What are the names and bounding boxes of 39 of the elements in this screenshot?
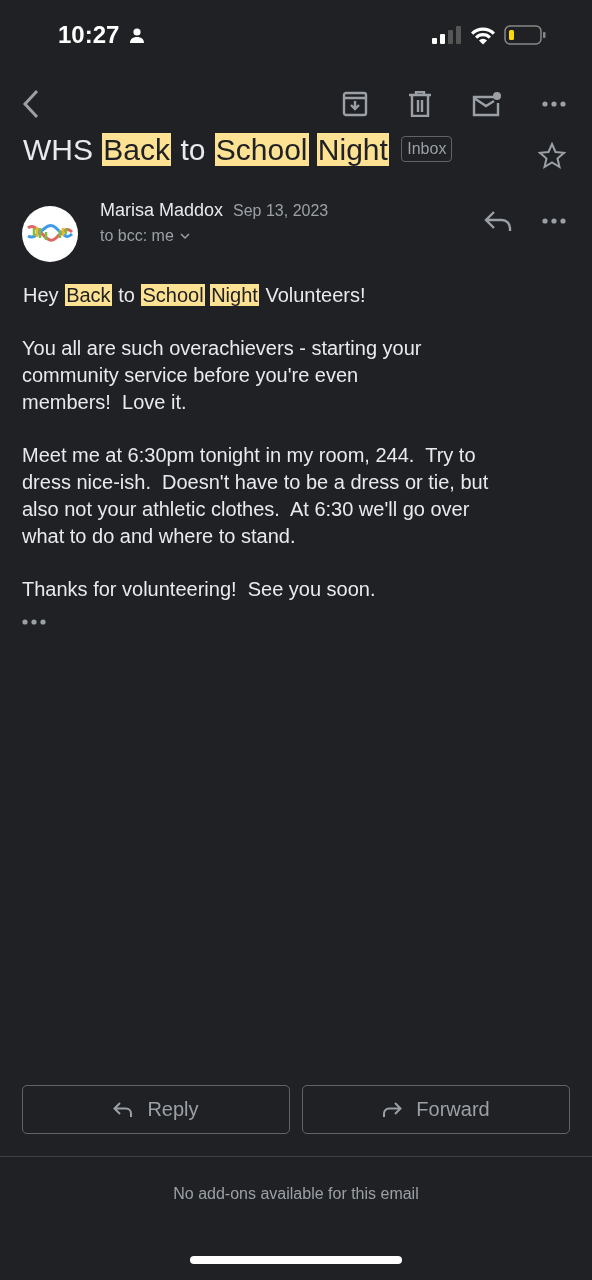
person-icon [129, 27, 146, 43]
more-icon[interactable] [542, 218, 566, 224]
mail-icon[interactable] [472, 91, 502, 117]
forward-icon [382, 1101, 403, 1118]
subject-word: to [179, 133, 207, 166]
more-content-icon[interactable] [22, 619, 46, 625]
greeting-word: Back [65, 284, 112, 306]
greeting-word: Hey [22, 284, 60, 306]
forward-button[interactable]: Forward [302, 1085, 570, 1134]
back-icon[interactable] [22, 89, 40, 119]
sender-name: Marisa Maddox [100, 200, 224, 221]
trash-icon[interactable] [408, 91, 432, 117]
reply-icon[interactable] [484, 210, 512, 232]
star-icon[interactable] [538, 142, 566, 170]
signal-icon [432, 26, 462, 44]
footer-note: No add-ons available for this email [173, 1185, 419, 1202]
subject-word: Back [102, 133, 172, 166]
body-paragraph: Meet me at 6:30pm tonight in my room, 244. Try to dress nice-ish. Doesn't have to be a dress or tie, but also not your athletic clothes. At 6:30 we'll go over what to do and where to stand. [22, 443, 490, 549]
subject-word: Night [316, 133, 389, 166]
battery-icon [504, 25, 546, 45]
chevron-down-icon[interactable] [179, 232, 190, 240]
avatar-icon [22, 206, 78, 262]
greeting-word: School [141, 284, 205, 306]
greeting-word: Night [210, 284, 259, 306]
body-paragraph: You all are such overachievers - starting your community service before you're even members! Love it. [22, 336, 423, 415]
greeting-word: Volunteers! [264, 284, 367, 306]
wifi-icon [470, 25, 496, 45]
archive-icon[interactable] [342, 91, 368, 117]
greeting-word: to [117, 284, 136, 306]
reply-button[interactable]: Reply [22, 1085, 290, 1134]
recipients-toggle[interactable]: to bcc: me [100, 227, 190, 245]
status-time: 10:27 [58, 21, 120, 49]
subject-word: WHS [22, 133, 94, 166]
subject-word: School [214, 133, 309, 166]
reply-icon [113, 1101, 134, 1118]
inbox-label[interactable]: Inbox [401, 136, 453, 162]
more-icon[interactable] [542, 101, 566, 107]
body-paragraph: Thanks for volunteering! See you soon. [22, 577, 377, 602]
message-date: Sep 13, 2023 [233, 202, 329, 220]
